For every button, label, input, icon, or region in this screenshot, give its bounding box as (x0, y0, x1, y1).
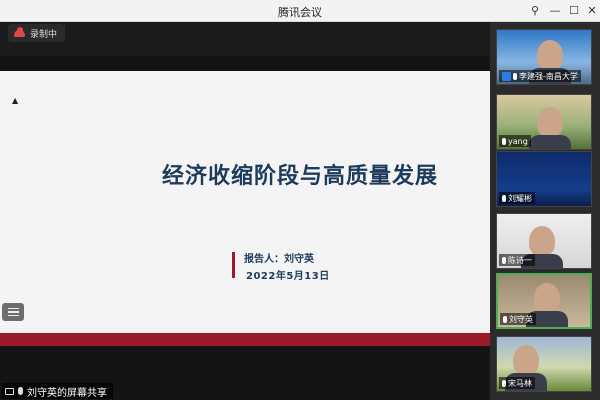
video-tile[interactable]: 李建强-南昌大学 (496, 29, 592, 85)
screen-share-text: 刘守英的屏幕共享 (27, 387, 107, 399)
mouse-cursor-icon: ▲ (12, 96, 19, 105)
participant-video (529, 107, 571, 149)
recording-badge[interactable]: 录制中 (8, 24, 66, 42)
participant-name-tag: 刘耀彬 (499, 192, 535, 204)
slide (0, 71, 490, 333)
member-list-button[interactable] (2, 303, 24, 321)
participant-name: 刘耀彬 (508, 193, 532, 203)
participant-panel: 李建强-南昌大学 yang 刘耀彬 陈诗一 刘守英 宋马林 (490, 22, 600, 400)
slide-presenter: 报告人：刘守英 (244, 254, 314, 265)
pin-icon[interactable]: ⚲ (527, 3, 543, 19)
participant-name: yang (508, 136, 528, 146)
background-banner (507, 162, 583, 176)
slide-date: 2022年5月13日 (246, 271, 330, 282)
participant-name-tag: 陈诗一 (499, 254, 535, 266)
video-tile[interactable]: 陈诗一 (496, 213, 592, 269)
minimize-icon[interactable]: — (547, 3, 563, 19)
microphone-icon (513, 72, 517, 80)
participant-video (529, 40, 571, 84)
participant-name: 李建强-南昌大学 (519, 71, 578, 81)
video-tile[interactable]: 刘耀彬 (496, 151, 592, 207)
participant-name: 宋马林 (508, 378, 532, 388)
screen-share-label: 刘守英的屏幕共享 (2, 383, 113, 399)
slide-red-band (0, 333, 490, 346)
video-tile-active-speaker[interactable]: 刘守英 (496, 273, 592, 329)
cloud-record-icon (14, 26, 25, 37)
maximize-icon[interactable]: ☐ (566, 3, 582, 19)
microphone-icon (502, 137, 506, 145)
microphone-icon (502, 194, 506, 202)
participant-video (521, 226, 563, 268)
video-tile[interactable]: 宋马林 (496, 336, 592, 392)
list-icon-line (7, 314, 19, 317)
window-title: 腾讯会议 (278, 6, 322, 19)
microphone-icon (502, 379, 506, 387)
list-icon-line (7, 311, 19, 313)
microphone-icon (18, 387, 23, 395)
participant-name-tag: yang (499, 135, 531, 147)
presenter-accent-bar (232, 252, 235, 278)
microphone-icon (503, 315, 507, 323)
screen-share-icon (5, 387, 14, 395)
title-bar: 腾讯会议 ⚲ — ☐ ✕ (0, 0, 600, 22)
slide-top-band (0, 56, 490, 71)
participant-name-tag: 宋马林 (499, 377, 535, 389)
participant-video (505, 345, 547, 391)
participant-video (526, 283, 568, 327)
recording-label: 录制中 (30, 29, 58, 40)
video-tile[interactable]: yang (496, 94, 592, 150)
participant-name-tag: 李建强-南昌大学 (499, 70, 581, 82)
close-icon[interactable]: ✕ (584, 3, 600, 19)
host-icon (502, 71, 511, 81)
participant-name: 陈诗一 (508, 255, 532, 265)
microphone-icon (502, 256, 506, 264)
participant-name-tag: 刘守英 (500, 313, 536, 325)
list-icon-line (7, 307, 19, 310)
participant-name: 刘守英 (509, 314, 533, 324)
